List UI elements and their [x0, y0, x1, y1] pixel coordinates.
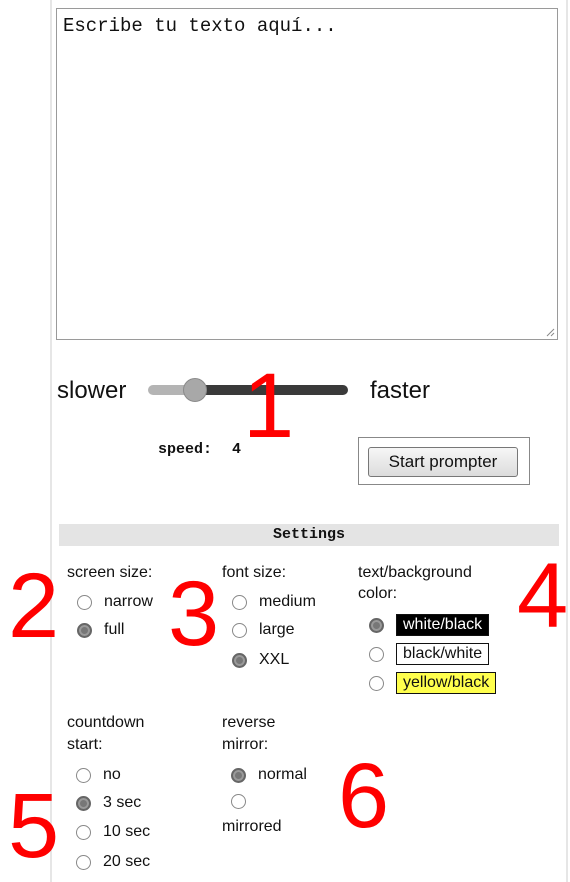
editor-text: Escribe tu texto aquí...	[63, 15, 337, 37]
color-option-yellow-black[interactable]: yellow/black	[369, 672, 497, 694]
countdown-option-3sec[interactable]: 3 sec	[76, 794, 141, 812]
annotation-3: 3	[168, 563, 220, 665]
radio-large[interactable]	[232, 622, 247, 638]
radio-white-black[interactable]	[369, 617, 384, 633]
speed-value: 4	[232, 441, 242, 458]
radio-label-normal: normal	[258, 766, 307, 783]
slower-label: slower	[57, 377, 127, 404]
speed-slider-thumb[interactable]	[183, 378, 207, 402]
radio-label-full: full	[104, 621, 125, 638]
settings-header: Settings	[59, 524, 559, 546]
annotation-4: 4	[517, 545, 569, 647]
radio-label-large: large	[259, 621, 295, 638]
faster-label: faster	[370, 377, 431, 404]
radio-full[interactable]	[77, 622, 92, 638]
panel-border-left	[50, 0, 52, 882]
countdown-title-line1: countdown	[67, 714, 145, 731]
screen-size-title: screen size:	[67, 564, 153, 581]
font-size-option-xxl[interactable]: XXL	[232, 651, 289, 669]
annotation-2: 2	[8, 555, 60, 657]
radio-narrow[interactable]	[77, 594, 92, 610]
color-title-line1: text/background	[358, 564, 472, 581]
countdown-option-no[interactable]: no	[76, 766, 121, 784]
radio-label-medium: medium	[259, 593, 316, 610]
radio-20sec[interactable]	[76, 854, 91, 870]
font-size-option-medium[interactable]: medium	[232, 593, 316, 611]
start-prompter-button[interactable]: Start prompter	[368, 447, 518, 477]
radio-medium[interactable]	[232, 594, 247, 610]
chip-white-black: white/black	[396, 614, 490, 636]
screen-size-option-narrow[interactable]: narrow	[77, 593, 153, 611]
font-size-option-large[interactable]: large	[232, 621, 295, 639]
radio-normal[interactable]	[231, 767, 246, 783]
annotation-1: 1	[243, 355, 295, 457]
chip-black-white: black/white	[396, 643, 490, 665]
radio-yellow-black[interactable]	[369, 675, 384, 691]
resize-grip-icon[interactable]	[545, 327, 555, 337]
radio-label-no: no	[103, 766, 121, 783]
radio-label-10sec: 10 sec	[103, 823, 151, 840]
text-editor[interactable]: Escribe tu texto aquí...	[56, 8, 558, 340]
settings-title: Settings	[272, 526, 345, 543]
annotation-5: 5	[8, 775, 60, 877]
mirror-title-line1: reverse	[222, 714, 276, 731]
annotation-6: 6	[338, 745, 390, 847]
radio-label-3sec: 3 sec	[103, 794, 142, 811]
radio-10sec[interactable]	[76, 824, 91, 840]
radio-mirrored[interactable]	[231, 794, 246, 809]
countdown-title-line2: start:	[67, 736, 103, 753]
countdown-option-20sec[interactable]: 20 sec	[76, 853, 150, 871]
mirror-option-normal[interactable]: normal	[231, 766, 307, 784]
start-button-frame: Start prompter	[358, 437, 530, 485]
color-option-white-black[interactable]: white/black	[369, 614, 490, 636]
radio-label-xxl: XXL	[259, 651, 290, 668]
font-size-title: font size:	[222, 564, 287, 581]
radio-no[interactable]	[76, 767, 91, 783]
mirror-title-line2: mirror:	[222, 736, 269, 753]
mirror-option-mirrored-radio[interactable]	[231, 794, 246, 809]
chip-yellow-black: yellow/black	[396, 672, 497, 694]
screen-size-option-full[interactable]: full	[77, 621, 124, 639]
radio-label-20sec: 20 sec	[103, 853, 151, 870]
radio-black-white[interactable]	[369, 646, 384, 662]
color-title-line2: color:	[358, 585, 398, 602]
color-option-black-white[interactable]: black/white	[369, 643, 490, 665]
radio-label-mirrored: mirrored	[222, 818, 282, 835]
speed-label: speed:	[158, 441, 213, 458]
panel-border-right	[566, 0, 568, 882]
radio-label-narrow: narrow	[104, 593, 153, 610]
radio-3sec[interactable]	[76, 795, 91, 811]
radio-xxl[interactable]	[232, 652, 247, 668]
countdown-option-10sec[interactable]: 10 sec	[76, 823, 150, 841]
